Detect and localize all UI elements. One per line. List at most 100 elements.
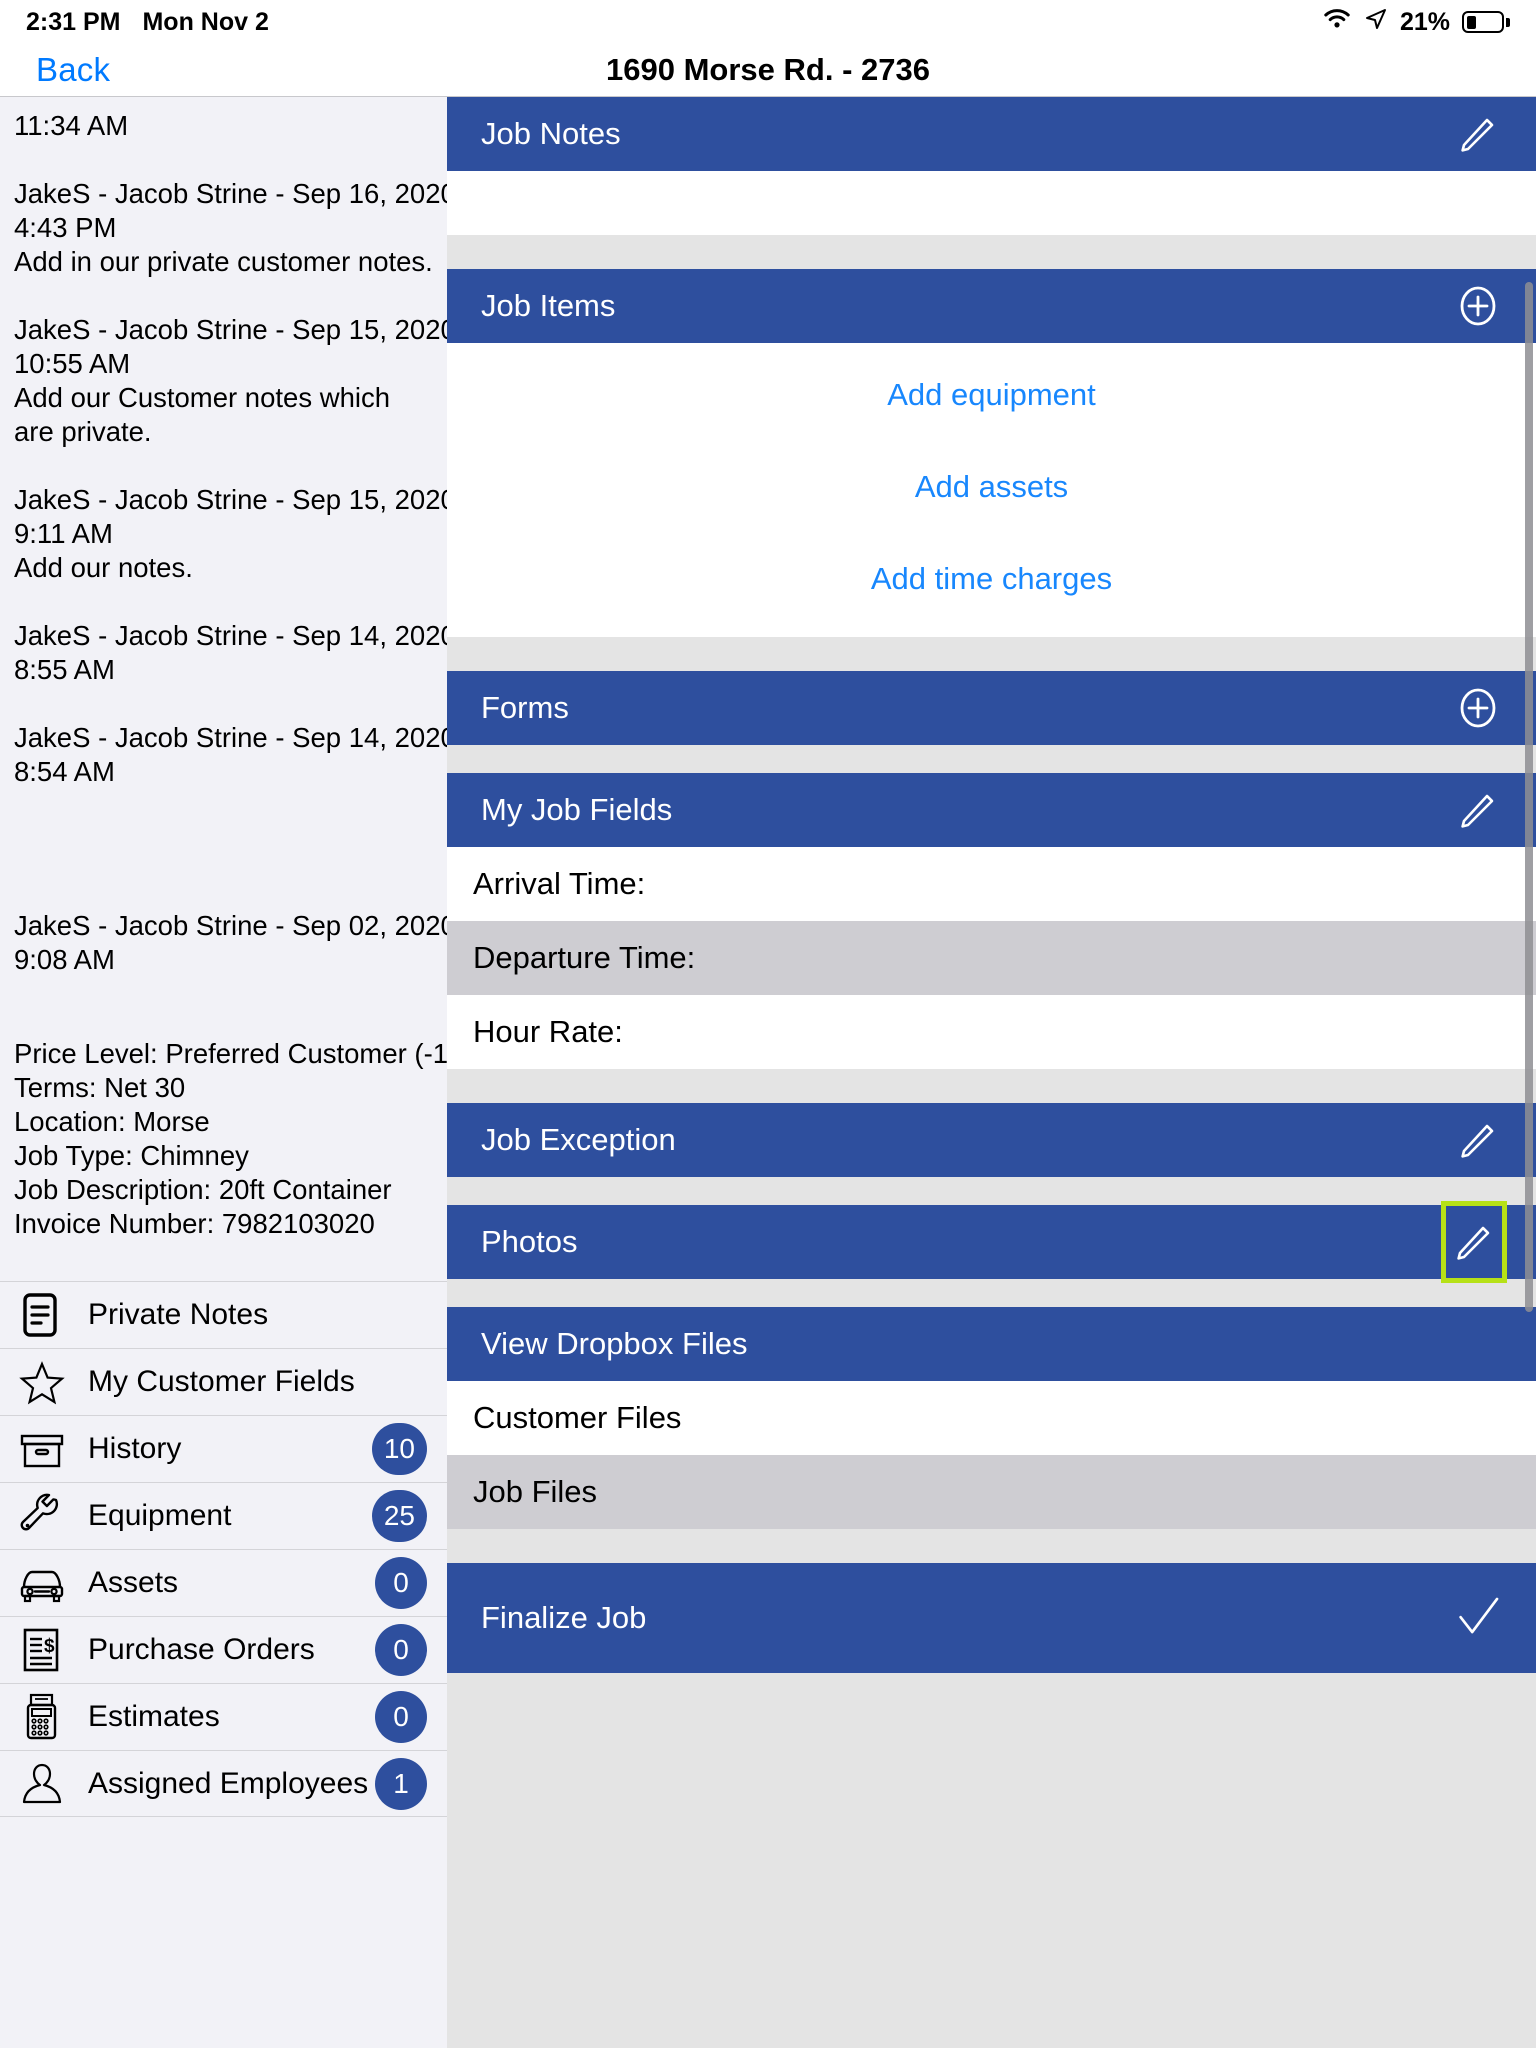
wifi-icon — [1322, 7, 1352, 38]
job-notes-body — [447, 171, 1536, 235]
section-header-job-exception[interactable]: Job Exception — [447, 1103, 1536, 1177]
car-icon — [14, 1559, 70, 1607]
job-field-row-departure-time[interactable]: Departure Time: — [447, 921, 1536, 995]
price-level-line: Price Level: Preferred Customer (-10%) — [14, 1038, 447, 1069]
sidebar-menu: Private Notes My Customer Fields History… — [0, 1281, 447, 1817]
section-title: View Dropbox Files — [481, 1326, 748, 1361]
plus-circle-icon[interactable] — [1454, 684, 1502, 732]
section-header-finalize-job[interactable]: Finalize Job — [447, 1563, 1536, 1673]
section-header-view-dropbox-files[interactable]: View Dropbox Files — [447, 1307, 1536, 1381]
status-bar-left: 2:31 PM Mon Nov 2 — [26, 8, 269, 37]
status-date: Mon Nov 2 — [142, 7, 269, 36]
vertical-scrollbar[interactable] — [1525, 282, 1533, 1312]
sidebar-item-label: Assets — [88, 1566, 179, 1599]
status-badge: 10 — [371, 1423, 427, 1475]
sidebar-item-history[interactable]: History 10 — [0, 1415, 447, 1482]
section-title: Job Exception — [481, 1122, 676, 1157]
note-body: Add in our private customer notes. — [14, 246, 433, 277]
content-area: , 11:34 AM JakeS - Jacob Strine - Sep 16… — [0, 97, 1536, 2048]
sidebar-item-assigned-employees[interactable]: Assigned Employees 1 — [0, 1750, 447, 1817]
section-header-job-items[interactable]: Job Items — [447, 269, 1536, 343]
star-icon — [14, 1358, 70, 1406]
sidebar-item-my-customer-fields[interactable]: My Customer Fields — [0, 1348, 447, 1415]
note-time: 10:55 AM — [14, 348, 131, 379]
sidebar-item-private-notes[interactable]: Private Notes — [0, 1281, 447, 1348]
pencil-icon[interactable] — [1454, 110, 1502, 158]
terms-line: Terms: Net 30 — [14, 1072, 186, 1103]
job-field-row-arrival-time[interactable]: Arrival Time: — [447, 847, 1536, 921]
section-title: Job Items — [481, 288, 616, 323]
sidebar-item-purchase-orders[interactable]: $ Purchase Orders 0 — [0, 1616, 447, 1683]
pencil-icon[interactable] — [1454, 786, 1502, 834]
note-header: JakeS - Jacob Strine - Sep 02, 2020 — [14, 910, 447, 941]
page-title: 1690 Morse Rd. - 2736 — [606, 52, 930, 87]
sidebar-item-label: Equipment — [88, 1499, 232, 1532]
status-badge: 0 — [375, 1624, 427, 1676]
plus-circle-icon[interactable] — [1454, 282, 1502, 330]
dropbox-row-customer-files[interactable]: Customer Files — [447, 1381, 1536, 1455]
section-header-forms[interactable]: Forms — [447, 671, 1536, 745]
note-item: JakeS - Jacob Strine - Sep 02, 2020 9:08… — [14, 909, 447, 977]
section-gap — [447, 1529, 1536, 1563]
note-time: 11:34 AM — [14, 110, 129, 141]
status-badge: 25 — [371, 1490, 427, 1542]
navigation-bar: Back 1690 Morse Rd. - 2736 — [0, 44, 1536, 96]
note-body: Add our Customer notes which — [14, 382, 391, 413]
status-badge: 0 — [375, 1557, 427, 1609]
note-body: are private. — [14, 416, 152, 447]
status-badge: 1 — [375, 1757, 427, 1810]
sidebar-panel[interactable]: , 11:34 AM JakeS - Jacob Strine - Sep 16… — [0, 97, 447, 2048]
note-header: JakeS - Jacob Strine - Sep 16, 2020 — [14, 178, 447, 209]
status-badge: 0 — [375, 1691, 427, 1743]
note-time: 8:54 AM — [14, 756, 115, 787]
sidebar-item-estimates[interactable]: Estimates 0 — [0, 1683, 447, 1750]
checkmark-icon[interactable] — [1454, 1594, 1502, 1642]
sidebar-item-label: Estimates — [88, 1700, 220, 1733]
note-header: JakeS - Jacob Strine - Sep 15, 2020 — [14, 484, 447, 515]
note-item: JakeS - Jacob Strine - Sep 16, 2020 4:43… — [14, 177, 447, 279]
dropbox-row-label: Customer Files — [473, 1400, 682, 1435]
note-header: JakeS - Jacob Strine - Sep 14, 2020 — [14, 620, 447, 651]
job-field-label: Arrival Time: — [473, 866, 646, 901]
job-field-label: Departure Time: — [473, 940, 696, 975]
pencil-icon[interactable] — [1441, 1201, 1507, 1283]
section-title: Forms — [481, 690, 569, 725]
note-header: JakeS - Jacob Strine - Sep 15, 2020 — [14, 314, 447, 345]
battery-percent: 21% — [1399, 7, 1450, 36]
add-assets-link[interactable]: Add assets — [447, 469, 1536, 505]
note-item: JakeS - Jacob Strine - Sep 14, 2020 8:55… — [14, 619, 447, 687]
job-description-line: Job Description: 20ft Container — [14, 1174, 392, 1205]
job-field-row-hour-rate[interactable]: Hour Rate: — [447, 995, 1536, 1069]
app-screen: 2:31 PM Mon Nov 2 21% Back 1690 Morse Rd… — [0, 0, 1536, 2048]
job-field-label: Hour Rate: — [473, 1014, 623, 1049]
note-item: JakeS - Jacob Strine - Sep 14, 2020 8:54… — [14, 721, 447, 789]
svg-text:$: $ — [44, 1636, 55, 1657]
job-detail-panel: Job Notes Job Items Add equipment Add as… — [447, 97, 1536, 2048]
section-gap — [447, 745, 1536, 773]
sidebar-item-label: Private Notes — [88, 1298, 269, 1331]
section-title: My Job Fields — [481, 792, 673, 827]
sidebar-item-equipment[interactable]: Equipment 25 — [0, 1482, 447, 1549]
document-lines-icon — [14, 1291, 70, 1339]
location-line: Location: Morse — [14, 1106, 210, 1137]
note-body: Add our notes. — [14, 552, 193, 583]
section-gap — [447, 1279, 1536, 1307]
section-header-job-notes[interactable]: Job Notes — [447, 97, 1536, 171]
note-header: JakeS - Jacob Strine - Sep 14, 2020 — [14, 722, 447, 753]
sidebar-item-assets[interactable]: Assets 0 — [0, 1549, 447, 1616]
add-time-charges-link[interactable]: Add time charges — [447, 561, 1536, 597]
section-header-my-job-fields[interactable]: My Job Fields — [447, 773, 1536, 847]
note-time: 4:43 PM — [14, 212, 117, 243]
add-equipment-link[interactable]: Add equipment — [447, 377, 1536, 413]
section-title: Finalize Job — [481, 1600, 647, 1635]
section-gap — [447, 637, 1536, 671]
note-item: JakeS - Jacob Strine - Sep 15, 2020 10:5… — [14, 313, 447, 449]
dropbox-row-job-files[interactable]: Job Files — [447, 1455, 1536, 1529]
pencil-icon[interactable] — [1454, 1116, 1502, 1164]
section-gap — [447, 235, 1536, 269]
section-header-photos[interactable]: Photos — [447, 1201, 1536, 1283]
back-button[interactable]: Back — [36, 51, 110, 89]
invoice-dollar-icon: $ — [14, 1626, 70, 1674]
note-item: 11:34 AM — [14, 103, 433, 143]
sidebar-item-label: Assigned Employees — [88, 1766, 369, 1800]
